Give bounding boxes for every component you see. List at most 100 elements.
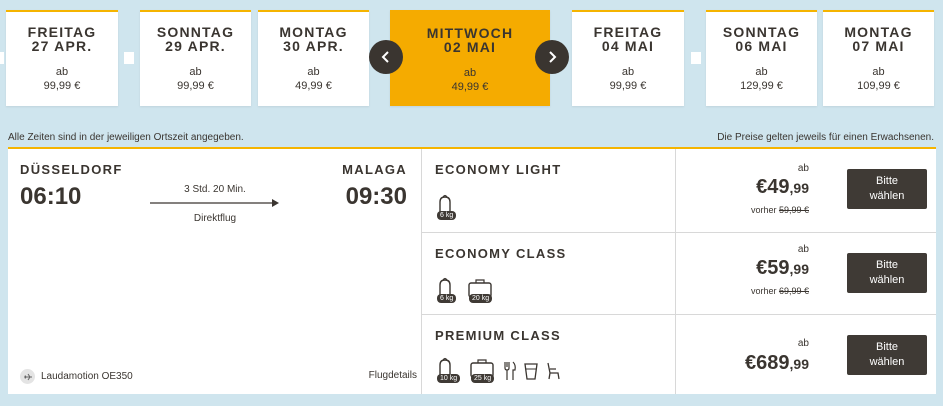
strip-marker xyxy=(124,52,134,64)
flight-type: Direktflug xyxy=(193,213,237,224)
price-whole: 689 xyxy=(756,352,790,374)
date-card-mo-07mai[interactable]: MONTAG 07 MAI ab 109,99 € xyxy=(823,10,934,106)
date-price: 109,99 € xyxy=(857,80,900,92)
date-day: SONNTAG xyxy=(722,24,801,40)
price-whole: 59 xyxy=(767,257,790,279)
bag-weight: 25 kg xyxy=(471,374,495,383)
flight-info: DÜSSELDORF 06:10 MALAGA 09:30 3 Std. 20 … xyxy=(8,149,422,394)
date-ab: ab xyxy=(189,66,202,78)
flight-details-link[interactable]: Flugdetails xyxy=(369,370,417,381)
previous-price: vorher 69,99 € xyxy=(751,286,809,296)
airline-info: Laudamotion OE350 xyxy=(20,369,133,384)
fare-name: ECONOMY CLASS xyxy=(435,246,567,261)
price-note: Die Preise gelten jeweils für einen Erwa… xyxy=(717,132,934,143)
fare-name: PREMIUM CLASS xyxy=(435,328,561,343)
bag-weight: 10 kg xyxy=(437,374,461,383)
flight-result-panel: DÜSSELDORF 06:10 MALAGA 09:30 3 Std. 20 … xyxy=(8,147,936,394)
suitcase-icon: 20 kg xyxy=(467,277,497,303)
date-date: 02 MAI xyxy=(443,39,497,55)
select-economy-class-button[interactable]: Bitte wählen xyxy=(847,253,927,293)
fare-features: 10 kg 25 kg xyxy=(435,357,563,383)
bag-weight: 6 kg xyxy=(437,211,457,220)
destination-city: MALAGA xyxy=(342,162,407,177)
suitcase-icon: 25 kg xyxy=(469,357,499,383)
bag-weight: 20 kg xyxy=(469,294,493,303)
prev-date-button[interactable] xyxy=(369,40,403,74)
previous-label: vorher xyxy=(750,286,777,296)
backpack-icon: 6 kg xyxy=(435,194,463,220)
price-cents: ,99 xyxy=(789,180,809,196)
date-ab: ab xyxy=(55,66,69,78)
chevron-left-icon xyxy=(381,51,389,63)
plane-icon xyxy=(20,369,35,384)
fare-economy-light: ECONOMY LIGHT 6 kg ab €49,99 vorher 59,9… xyxy=(422,149,936,233)
date-card-mi-02mai-selected[interactable]: MITTWOCH 02 MAI ab 49,99 € xyxy=(390,10,550,106)
fare-economy-class: ECONOMY CLASS 6 kg 20 kg ab €59,99 vorhe… xyxy=(422,233,936,315)
backpack-icon: 6 kg xyxy=(435,277,463,303)
price-column: ab €689,99 Bitte wählen xyxy=(675,315,936,394)
flight-arrow-icon xyxy=(150,199,279,207)
date-date: 27 APR. xyxy=(31,38,93,54)
date-day: MONTAG xyxy=(844,24,913,40)
select-economy-light-button[interactable]: Bitte wählen xyxy=(847,169,927,209)
previous-label: vorher xyxy=(750,205,777,215)
date-card-mo-30apr[interactable]: MONTAG 30 APR. ab 49,99 € xyxy=(258,10,369,106)
button-line-1: Bitte xyxy=(875,341,898,353)
date-card-so-29apr[interactable]: SONNTAG 29 APR. ab 99,99 € xyxy=(140,10,251,106)
date-card-fr-27apr[interactable]: FREITAG 27 APR. ab 99,99 € xyxy=(6,10,118,106)
date-date: 06 MAI xyxy=(735,38,788,54)
select-premium-class-button[interactable]: Bitte wählen xyxy=(847,335,927,375)
button-line-2: wählen xyxy=(869,356,905,368)
currency-symbol: € xyxy=(745,352,757,374)
date-price: 49,99 € xyxy=(451,81,489,93)
next-date-button[interactable] xyxy=(535,40,569,74)
fare-price: €689,99 xyxy=(745,352,809,375)
button-line-2: wählen xyxy=(869,274,905,286)
price-column: ab €49,99 vorher 59,99 € Bitte wählen xyxy=(675,149,936,232)
fare-features: 6 kg 20 kg xyxy=(435,277,497,303)
flight-duration: 3 Std. 20 Min. xyxy=(184,184,246,195)
button-line-2: wählen xyxy=(869,190,905,202)
origin-city: DÜSSELDORF xyxy=(20,162,123,177)
button-line-1: Bitte xyxy=(875,259,898,271)
price-ab: ab xyxy=(797,338,809,349)
date-ab: ab xyxy=(463,67,477,79)
date-card-so-06mai[interactable]: SONNTAG 06 MAI ab 129,99 € xyxy=(706,10,817,106)
fare-price: €59,99 xyxy=(756,257,809,280)
meal-icon xyxy=(503,361,519,383)
date-card-fr-04mai[interactable]: FREITAG 04 MAI ab 99,99 € xyxy=(572,10,684,106)
date-date: 29 APR. xyxy=(165,38,226,54)
previous-value: 69,99 € xyxy=(778,286,809,296)
previous-value: 59,99 € xyxy=(778,205,809,215)
date-date: 04 MAI xyxy=(601,38,655,54)
date-price: 129,99 € xyxy=(740,80,783,92)
date-ab: ab xyxy=(872,66,885,78)
fare-premium-class: PREMIUM CLASS 10 kg 25 kg ab €689,99 Bit… xyxy=(422,315,936,394)
date-day: FREITAG xyxy=(27,24,97,40)
date-price: 99,99 € xyxy=(609,80,647,92)
strip-marker xyxy=(691,52,701,64)
drink-icon xyxy=(523,361,541,383)
date-ab: ab xyxy=(621,66,635,78)
date-price: 99,99 € xyxy=(177,80,214,92)
date-price: 49,99 € xyxy=(295,80,332,92)
fare-name: ECONOMY LIGHT xyxy=(435,162,562,177)
strip-marker xyxy=(0,52,4,64)
bag-weight: 6 kg xyxy=(437,294,457,303)
chevron-right-icon xyxy=(549,51,557,63)
arrival-time: 09:30 xyxy=(345,183,407,210)
seat-icon xyxy=(545,361,563,383)
price-whole: 49 xyxy=(767,176,790,198)
departure-time: 06:10 xyxy=(20,183,82,210)
date-price: 99,99 € xyxy=(43,80,81,92)
timezone-note: Alle Zeiten sind in der jeweiligen Ortsz… xyxy=(8,132,244,143)
price-ab: ab xyxy=(797,244,809,255)
price-cents: ,99 xyxy=(789,356,809,372)
button-line-1: Bitte xyxy=(875,175,898,187)
date-day: MITTWOCH xyxy=(426,25,514,41)
date-ab: ab xyxy=(307,66,320,78)
date-date: 30 APR. xyxy=(283,38,344,54)
fare-price: €49,99 xyxy=(756,176,809,199)
date-day: SONNTAG xyxy=(156,24,235,40)
date-day: FREITAG xyxy=(593,24,663,40)
